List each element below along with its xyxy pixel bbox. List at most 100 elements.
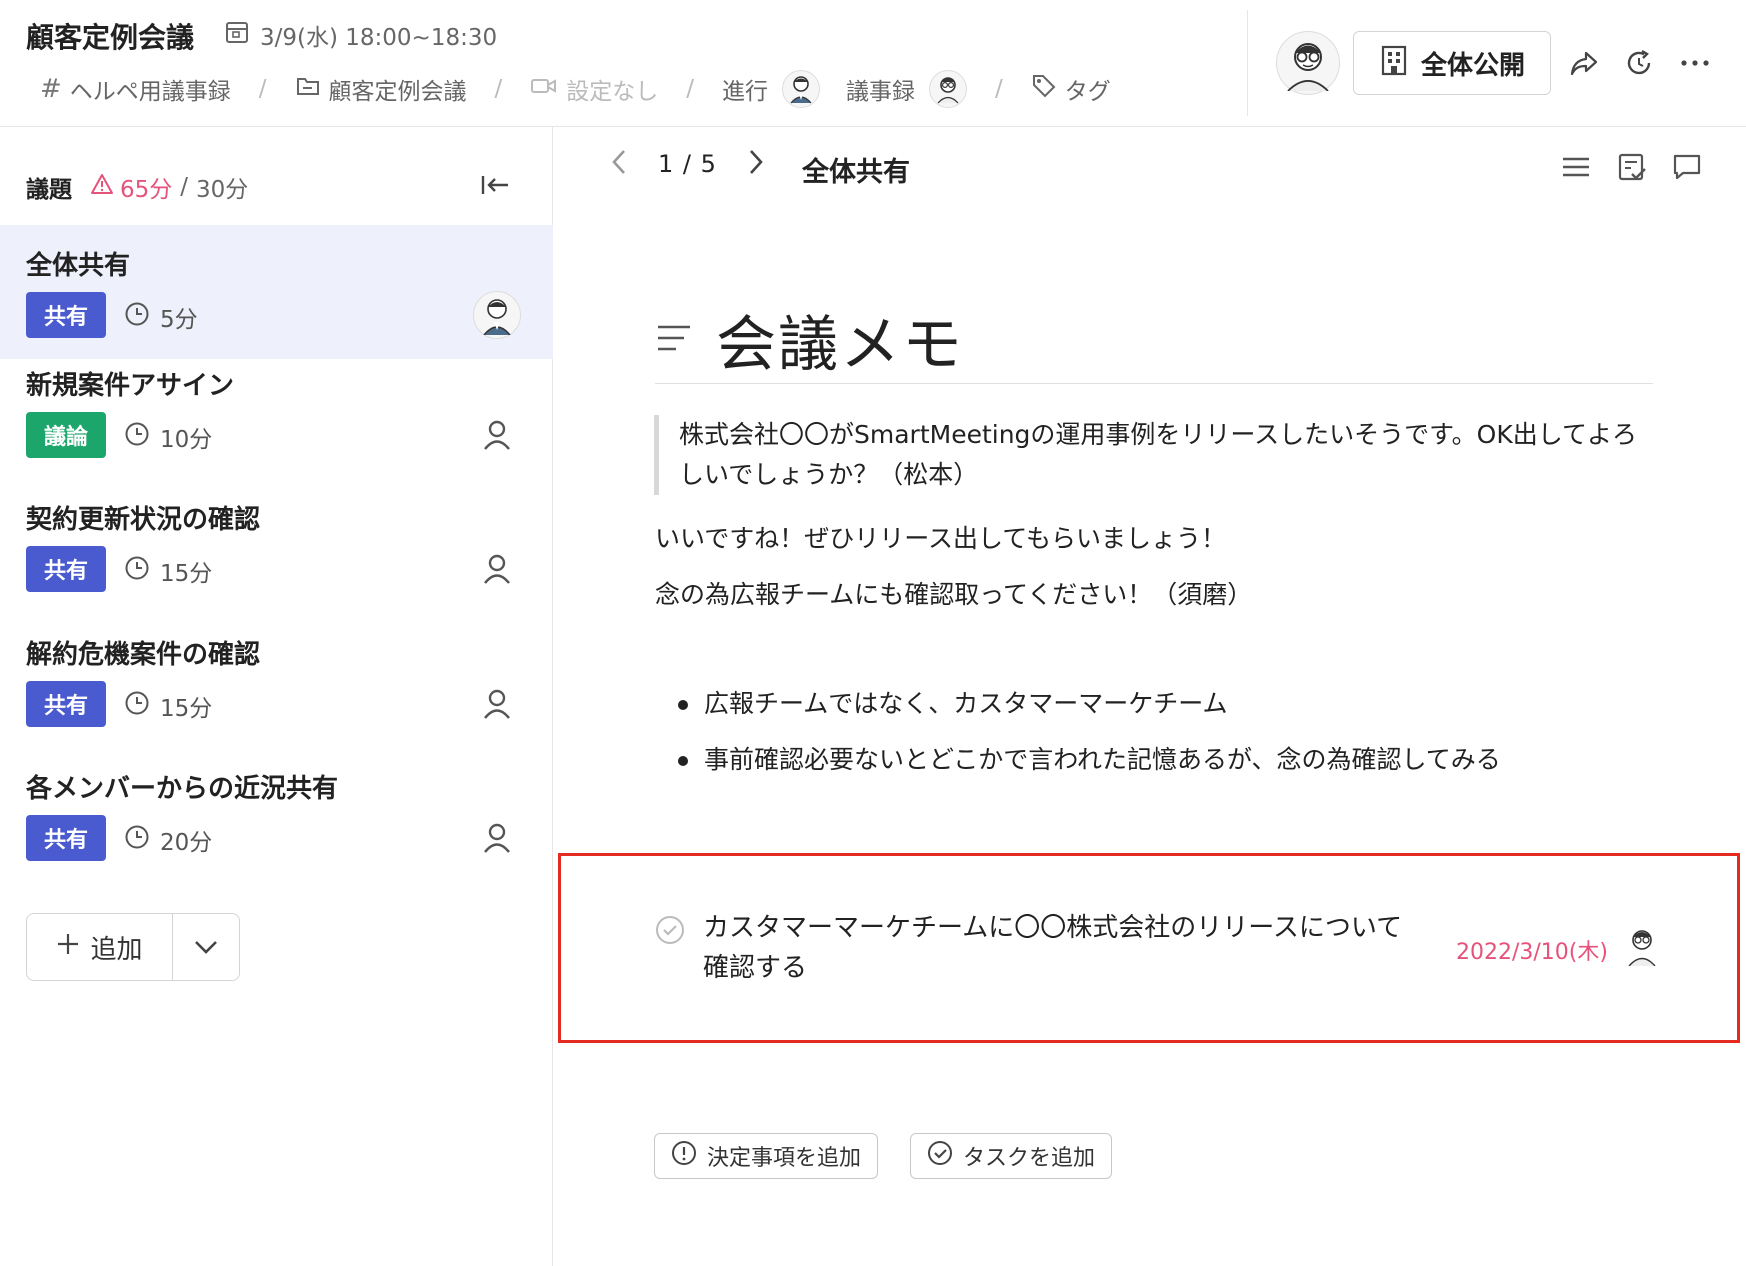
add-agenda-group: 追加 <box>26 913 240 981</box>
task-text[interactable]: カスタマーマーケチームに〇〇株式会社のリリースについて確認する <box>703 908 1423 988</box>
agenda-item[interactable]: 解約危機案件の確認 共有 15分 <box>0 614 553 748</box>
agenda-item-tag: 共有 <box>26 546 106 592</box>
building-icon <box>1379 44 1409 83</box>
task-due-date[interactable]: 2022/3/10(木) <box>1456 934 1608 966</box>
memo-divider <box>655 383 1653 384</box>
meeting-meta-bar: # ヘルペ用議事録 / 顧客定例会議 / 設定なし / 進行 議事録 / タグ <box>40 70 1111 108</box>
calendar-icon <box>224 19 250 51</box>
meeting-series-link[interactable]: 顧客定例会議 <box>295 72 467 106</box>
list-item[interactable]: 事前確認必要ないとどこかで言われた記憶あるが、念の為確認してみる <box>678 740 1501 796</box>
agenda-item[interactable]: 各メンバーからの近況共有 共有 20分 <box>0 748 553 882</box>
share-button[interactable] <box>1567 46 1601 80</box>
video-setting-label: 設定なし <box>566 79 659 105</box>
agenda-item[interactable]: 新規案件アサイン 議論 10分 <box>0 345 553 479</box>
person-icon <box>484 420 510 450</box>
agenda-section-title: 全体共有 <box>802 157 910 188</box>
meeting-date-text: 3/9(水) 18:00~18:30 <box>260 25 498 51</box>
agenda-item-duration[interactable]: 20分 <box>124 823 212 857</box>
breadcrumb-separator: / <box>995 76 1003 102</box>
tag-field[interactable]: タグ <box>1031 72 1111 106</box>
agenda-header: 議題 65分 / 30分 <box>26 170 248 204</box>
clock-icon <box>124 824 150 856</box>
agenda-total-time: 65分 <box>90 170 172 204</box>
video-camera-icon <box>530 76 558 102</box>
chevron-left-icon <box>612 150 625 174</box>
next-agenda-button[interactable] <box>747 148 765 180</box>
prev-agenda-button[interactable] <box>610 148 628 180</box>
page-indicator: 1 / 5 <box>658 150 717 178</box>
assign-user-button[interactable] <box>473 680 521 728</box>
checklist-icon <box>1618 153 1646 181</box>
video-setting[interactable]: 設定なし <box>530 72 658 106</box>
user-avatar[interactable] <box>1276 31 1340 95</box>
assignee-avatar[interactable] <box>473 291 521 339</box>
agenda-total-time-text: 65分 <box>120 177 173 203</box>
person-icon <box>484 689 510 719</box>
clock-icon <box>124 555 150 587</box>
text-block-icon[interactable] <box>656 323 692 357</box>
recorder-label: 議事録 <box>846 79 916 105</box>
breadcrumb-separator: / <box>686 76 695 102</box>
more-horizontal-icon <box>1681 60 1709 66</box>
agenda-item-title: 解約危機案件の確認 <box>26 640 261 670</box>
visibility-button[interactable]: 全体公開 <box>1353 31 1551 95</box>
assign-user-button[interactable] <box>473 411 521 459</box>
check-circle-icon <box>927 1140 953 1172</box>
collapse-sidebar-button[interactable] <box>477 167 513 203</box>
agenda-item[interactable]: 全体共有 共有 5分 <box>0 225 553 359</box>
agenda-item-tag: 共有 <box>26 292 106 338</box>
refresh-button[interactable] <box>1622 46 1656 80</box>
task-complete-checkbox[interactable] <box>655 915 685 945</box>
list-lines-icon <box>1563 157 1589 177</box>
clock-icon <box>124 301 150 333</box>
agenda-item-duration[interactable]: 15分 <box>124 689 212 723</box>
task-assignee-avatar[interactable] <box>1624 926 1660 967</box>
add-task-label: タスクを追加 <box>963 1146 1096 1171</box>
add-agenda-button[interactable]: 追加 <box>27 914 173 980</box>
tag-label: タグ <box>1064 79 1111 105</box>
agenda-item-duration[interactable]: 15分 <box>124 554 212 588</box>
assign-user-button[interactable] <box>473 545 521 593</box>
folder-icon <box>295 74 321 104</box>
add-agenda-dropdown[interactable] <box>173 914 239 980</box>
add-task-button[interactable]: タスクを追加 <box>910 1133 1113 1179</box>
facilitator-field[interactable]: 進行 <box>722 70 821 108</box>
agenda-item-title: 各メンバーからの近況共有 <box>26 774 339 804</box>
add-agenda-label: 追加 <box>90 934 143 965</box>
refresh-icon <box>1627 49 1651 75</box>
agenda-pager: 1 / 5 <box>610 148 765 180</box>
agenda-item-tag: 議論 <box>26 412 106 458</box>
visibility-label: 全体公開 <box>1420 50 1525 81</box>
meeting-title[interactable]: 顧客定例会議 <box>26 16 194 56</box>
agenda-sidebar: 議題 65分 / 30分 全体共有 共有 5分 新規案件アサイン 議論 10分 <box>0 127 553 1266</box>
add-decision-button[interactable]: 決定事項を追加 <box>654 1133 879 1179</box>
memo-quote[interactable]: 株式会社〇〇がSmartMeetingの運用事例をリリースしたいそうです。OK出… <box>654 415 1652 495</box>
agenda-item-duration[interactable]: 10分 <box>124 420 212 454</box>
agenda-item-duration[interactable]: 5分 <box>124 300 198 334</box>
person-icon <box>484 823 510 853</box>
memo-paragraph[interactable]: 念の為広報チームにも確認取ってください！（須磨） <box>655 575 1252 611</box>
tag-icon <box>1031 73 1057 105</box>
recorder-field[interactable]: 議事録 <box>846 70 968 108</box>
time-separator: / <box>180 174 189 200</box>
comments-button[interactable] <box>1670 150 1704 184</box>
list-item[interactable]: 広報チームではなく、カスタマーマーケチーム <box>678 684 1501 740</box>
share-arrow-icon <box>1570 51 1598 76</box>
check-circle-icon <box>656 916 684 944</box>
agenda-item-duration-text: 10分 <box>160 427 213 453</box>
add-decision-label: 決定事項を追加 <box>707 1146 862 1171</box>
comment-icon <box>1673 154 1701 180</box>
recorder-avatar <box>929 70 968 108</box>
chevron-down-icon <box>195 941 217 954</box>
table-of-contents-button[interactable] <box>1559 150 1593 184</box>
agenda-item-tag: 共有 <box>26 815 106 861</box>
header-divider <box>1247 10 1248 116</box>
task-list-button[interactable] <box>1615 150 1649 184</box>
agenda-item[interactable]: 契約更新状況の確認 共有 15分 <box>0 479 553 613</box>
memo-paragraph[interactable]: いいですね！ぜひリリース出してもらいましょう！ <box>655 519 1226 555</box>
clock-icon <box>124 690 150 722</box>
meeting-date[interactable]: 3/9(水) 18:00~18:30 <box>224 18 497 52</box>
more-menu-button[interactable] <box>1678 46 1712 80</box>
minutes-book-link[interactable]: # ヘルペ用議事録 <box>40 72 231 106</box>
assign-user-button[interactable] <box>473 814 521 862</box>
